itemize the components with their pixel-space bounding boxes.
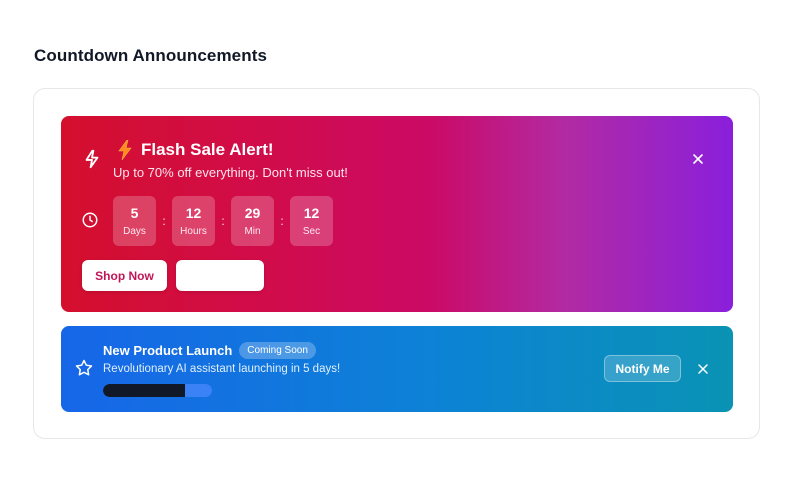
launch-progress-fill bbox=[103, 384, 185, 397]
countdown-value: 5 bbox=[130, 205, 139, 221]
zap-icon bbox=[85, 149, 99, 169]
countdown-unit: Sec bbox=[302, 226, 321, 237]
product-launch-subtitle: Revolutionary AI assistant launching in … bbox=[103, 363, 341, 375]
shop-now-button[interactable]: Shop Now bbox=[82, 260, 167, 291]
countdown-value: 12 bbox=[185, 205, 202, 221]
lightning-bolt-icon bbox=[118, 140, 132, 160]
countdown-hours: 12 Hours bbox=[172, 196, 215, 246]
countdown-unit: Hours bbox=[180, 226, 207, 237]
product-launch-title-row: New Product Launch Coming Soon bbox=[103, 342, 316, 359]
countdown-separator: : bbox=[162, 214, 166, 228]
product-launch-title: New Product Launch bbox=[103, 343, 233, 358]
flash-sale-banner: Flash Sale Alert! Up to 70% off everythi… bbox=[61, 116, 733, 312]
countdown-value: 29 bbox=[244, 205, 261, 221]
countdown-days: 5 Days bbox=[113, 196, 156, 246]
countdown-seconds: 12 Sec bbox=[290, 196, 333, 246]
close-icon[interactable] bbox=[697, 363, 709, 375]
secondary-action-button[interactable] bbox=[176, 260, 264, 291]
countdown-unit: Min bbox=[244, 226, 261, 237]
countdown-timer: 5 Days : 12 Hours : 29 Min : 12 Sec bbox=[113, 196, 333, 246]
countdown-minutes: 29 Min bbox=[231, 196, 274, 246]
close-icon[interactable] bbox=[691, 152, 705, 166]
flash-sale-title-row: Flash Sale Alert! bbox=[117, 140, 274, 160]
countdown-unit: Days bbox=[123, 226, 146, 237]
coming-soon-badge: Coming Soon bbox=[239, 342, 316, 359]
clock-icon bbox=[82, 212, 98, 228]
notify-me-button[interactable]: Notify Me bbox=[604, 355, 681, 382]
flash-sale-subtitle: Up to 70% off everything. Don't miss out… bbox=[113, 165, 348, 180]
launch-progress-bar bbox=[103, 384, 212, 397]
flash-sale-title: Flash Sale Alert! bbox=[141, 140, 274, 159]
countdown-separator: : bbox=[221, 214, 225, 228]
page-title: Countdown Announcements bbox=[34, 46, 268, 65]
countdown-separator: : bbox=[280, 214, 284, 228]
countdown-value: 12 bbox=[303, 205, 320, 221]
product-launch-banner: New Product Launch Coming Soon Revolutio… bbox=[61, 326, 733, 412]
star-icon bbox=[75, 359, 93, 376]
